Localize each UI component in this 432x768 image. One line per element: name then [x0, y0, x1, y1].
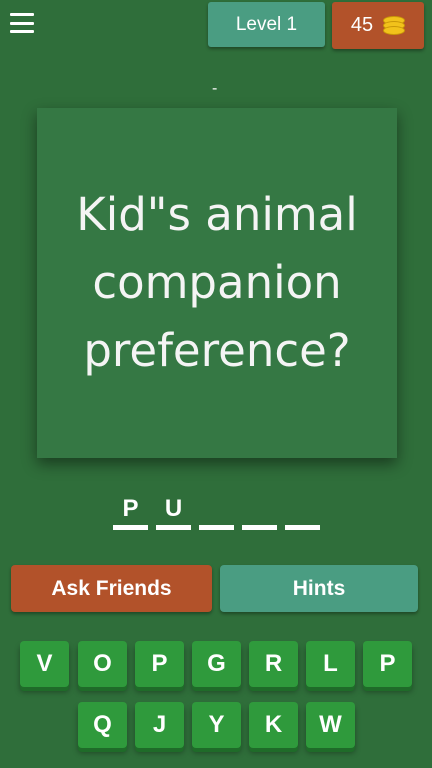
coins-badge[interactable]: 45	[332, 2, 424, 49]
question-card: Kid"s animal companion preference?	[37, 108, 397, 458]
letter-key[interactable]: Y	[192, 702, 241, 748]
level-label: Level 1	[235, 13, 298, 35]
hamburger-menu-icon[interactable]	[8, 10, 36, 36]
letter-key[interactable]: R	[249, 641, 298, 687]
letter-key[interactable]: K	[249, 702, 298, 748]
letter-key[interactable]: P	[363, 641, 412, 687]
level-badge: Level 1	[208, 2, 325, 47]
letter-key[interactable]: P	[135, 641, 184, 687]
letter-key[interactable]: W	[306, 702, 355, 748]
answer-slot[interactable]: U	[156, 492, 191, 530]
answer-slot[interactable]: P	[113, 492, 148, 530]
letter-key[interactable]: V	[20, 641, 69, 687]
ask-friends-button[interactable]: Ask Friends	[11, 565, 212, 612]
coin-stack-icon	[383, 15, 406, 36]
separator-mark: -	[212, 80, 218, 97]
letter-key[interactable]: G	[192, 641, 241, 687]
answer-slots: P U	[113, 492, 323, 532]
hints-button[interactable]: Hints	[220, 565, 418, 612]
letter-key[interactable]: L	[306, 641, 355, 687]
letter-key[interactable]: J	[135, 702, 184, 748]
letter-key[interactable]: Q	[78, 702, 127, 748]
coin-count: 45	[350, 14, 374, 36]
question-text: Kid"s animal companion preference?	[76, 188, 358, 377]
answer-slot[interactable]	[242, 492, 277, 530]
letter-key[interactable]: O	[78, 641, 127, 687]
answer-slot[interactable]	[199, 492, 234, 530]
answer-slot[interactable]	[285, 492, 320, 530]
